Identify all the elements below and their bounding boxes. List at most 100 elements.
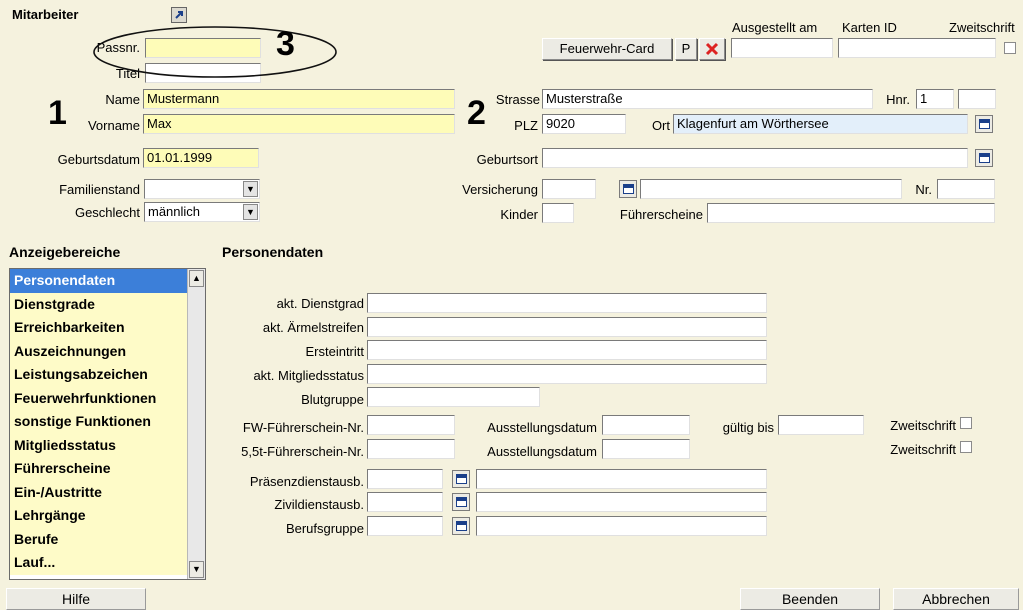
versicherung-name-field[interactable] (640, 179, 902, 199)
sidebar-item[interactable]: Erreichbarkeiten (10, 316, 188, 340)
sidebar-item[interactable]: Berufe (10, 527, 188, 551)
familienstand-label: Familienstand (59, 182, 140, 197)
calendar-icon (455, 474, 467, 484)
zweitschrift-header-label: Zweitschrift (949, 20, 1015, 35)
annotation-ellipse (93, 26, 337, 78)
zivil-label: Zivildienstausb. (274, 497, 364, 512)
versicherung-field[interactable] (542, 179, 596, 199)
dienstgrad-label: akt. Dienstgrad (276, 296, 364, 311)
plz-field[interactable]: 9020 (542, 114, 626, 134)
section-title: Mitarbeiter (12, 7, 79, 22)
versicherung-label: Versicherung (462, 182, 538, 197)
fs55-field[interactable] (367, 439, 455, 459)
karten-id-field[interactable] (838, 38, 996, 58)
geschlecht-select[interactable]: männlich ▼ (144, 202, 260, 222)
mitgliedsstatus-field[interactable] (367, 364, 767, 384)
ausstellungsdatum1-field[interactable] (602, 415, 690, 435)
sidebar-item[interactable]: Feuerwehrfunktionen (10, 386, 188, 410)
zweitschrift1-label: Zweitschrift (890, 418, 956, 433)
zweitschrift-checkbox[interactable] (1004, 42, 1016, 54)
delete-button[interactable] (699, 38, 725, 60)
fs55-label: 5,5t-Führerschein-Nr. (241, 444, 364, 459)
sidebar-item[interactable]: Dienstgrade (10, 292, 188, 316)
ausgestellt-field[interactable] (731, 38, 833, 58)
beenden-button[interactable]: Beenden (740, 588, 880, 610)
ausgestellt-label: Ausgestellt am (732, 20, 818, 35)
gueltig-bis-field[interactable] (778, 415, 864, 435)
geschlecht-label: Geschlecht (74, 205, 140, 220)
ausstellungsdatum2-field[interactable] (602, 439, 690, 459)
calendar-icon (978, 153, 990, 163)
beruf-code-field[interactable] (367, 516, 443, 536)
nr-field[interactable] (937, 179, 995, 199)
praesenz-code-field[interactable] (367, 469, 443, 489)
scroll-up-icon[interactable]: ▲ (189, 270, 204, 287)
sidebar-item[interactable]: Personendaten (10, 269, 188, 293)
sidebar-item[interactable]: Leistungsabzeichen (10, 363, 188, 387)
nr-label: Nr. (915, 182, 932, 197)
aermelstreifen-field[interactable] (367, 317, 767, 337)
sidebar-item[interactable]: Mitgliedsstatus (10, 433, 188, 457)
lookup-button-ort[interactable] (975, 115, 993, 133)
calendar-icon (622, 184, 634, 194)
ausstellungsdatum2-label: Ausstellungsdatum (487, 444, 597, 459)
hnr-label: Hnr. (886, 92, 910, 107)
lookup-button-beruf[interactable] (452, 517, 470, 535)
geburtsort-field[interactable] (542, 148, 968, 168)
praesenz-label: Präsenzdienstausb. (249, 474, 364, 489)
sidebar-item[interactable]: Lehrgänge (10, 504, 188, 528)
panel-title: Personendaten (222, 244, 324, 260)
lookup-button-geburtsort[interactable] (975, 149, 993, 167)
beruf-desc-field[interactable] (476, 516, 767, 536)
dienstgrad-field[interactable] (367, 293, 767, 313)
sidebar-item[interactable]: Lauf... (10, 551, 188, 575)
vorname-label: Vorname (87, 118, 140, 133)
praesenz-desc-field[interactable] (476, 469, 767, 489)
ersteintritt-field[interactable] (367, 340, 767, 360)
zivil-desc-field[interactable] (476, 492, 767, 512)
abbrechen-button[interactable]: Abbrechen (893, 588, 1019, 610)
lookup-button-zivil[interactable] (452, 493, 470, 511)
calendar-icon (455, 521, 467, 531)
chevron-down-icon[interactable]: ▼ (243, 181, 258, 197)
ort-field[interactable]: Klagenfurt am Wörthersee (673, 114, 968, 134)
fw-fs-label: FW-Führerschein-Nr. (242, 420, 364, 435)
fuehrerscheine-field[interactable] (707, 203, 995, 223)
sidebar-item[interactable]: sonstige Funktionen (10, 410, 188, 434)
feuerwehr-card-button[interactable]: Feuerwehr-Card (542, 38, 672, 60)
zivil-code-field[interactable] (367, 492, 443, 512)
plz-label: PLZ (514, 118, 538, 133)
strasse-field[interactable]: Musterstraße (542, 89, 873, 109)
fw-fs-field[interactable] (367, 415, 455, 435)
gueltig-bis-label: gültig bis (722, 420, 774, 435)
sidebar-list[interactable]: Personendaten Dienstgrade Erreichbarkeiten… (9, 268, 206, 580)
name-field[interactable]: Mustermann (143, 89, 455, 109)
kinder-field[interactable] (542, 203, 574, 223)
strasse-label: Strasse (495, 92, 540, 107)
aermelstreifen-label: akt. Ärmelstreifen (262, 320, 364, 335)
hnr-field[interactable]: 1 (916, 89, 954, 109)
hnr-extra-field[interactable] (958, 89, 996, 109)
lookup-button-praesenz[interactable] (452, 470, 470, 488)
beruf-label: Berufsgruppe (285, 521, 364, 536)
hilfe-button[interactable]: Hilfe (6, 588, 146, 610)
vorname-field[interactable]: Max (143, 114, 455, 134)
ort-label: Ort (651, 118, 670, 133)
annotation-3: 3 (276, 25, 295, 63)
sidebar-item[interactable]: Ein-/Austritte (10, 480, 188, 504)
chevron-down-icon[interactable]: ▼ (243, 204, 258, 220)
geburtsort-label: Geburtsort (476, 152, 538, 167)
geburtsdatum-field[interactable]: 01.01.1999 (143, 148, 259, 168)
zweitschrift1-checkbox[interactable] (960, 417, 972, 429)
calendar-icon (978, 119, 990, 129)
scroll-down-icon[interactable]: ▼ (189, 561, 204, 578)
sidebar-item[interactable]: Auszeichnungen (10, 339, 188, 363)
blutgruppe-field[interactable] (367, 387, 540, 407)
p-button[interactable]: P (675, 38, 697, 60)
zweitschrift2-label: Zweitschrift (890, 442, 956, 457)
lookup-button-versicherung[interactable] (619, 180, 637, 198)
sidebar-item[interactable]: Führerscheine (10, 457, 188, 481)
blutgruppe-label: Blutgruppe (301, 392, 364, 407)
familienstand-select[interactable]: ▼ (144, 179, 260, 199)
zweitschrift2-checkbox[interactable] (960, 441, 972, 453)
